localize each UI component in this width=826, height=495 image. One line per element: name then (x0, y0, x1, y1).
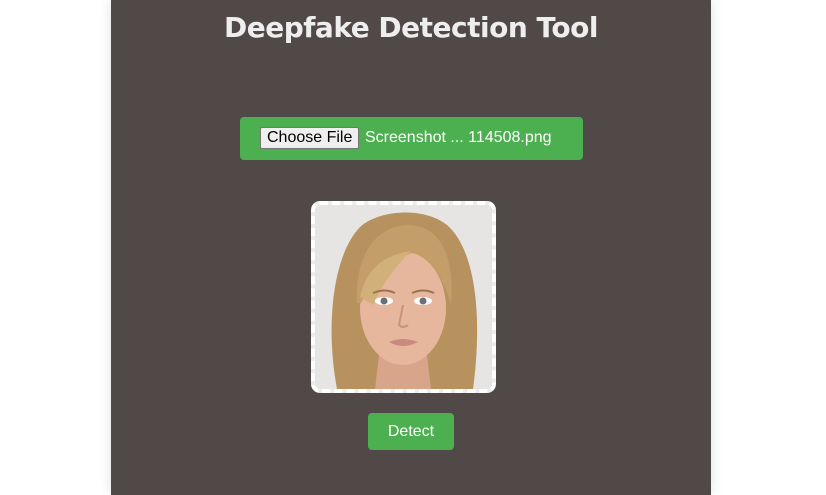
face-photo (315, 205, 492, 389)
main-panel: Deepfake Detection Tool Choose File Scre… (111, 0, 711, 495)
file-upload-area[interactable]: Choose File Screenshot ... 114508.png (240, 117, 583, 160)
choose-file-button[interactable]: Choose File (260, 127, 360, 149)
image-preview (311, 201, 496, 393)
detect-button[interactable]: Detect (368, 413, 454, 450)
page-title: Deepfake Detection Tool (223, 11, 599, 44)
selected-file-name: Screenshot ... 114508.png (365, 129, 552, 146)
